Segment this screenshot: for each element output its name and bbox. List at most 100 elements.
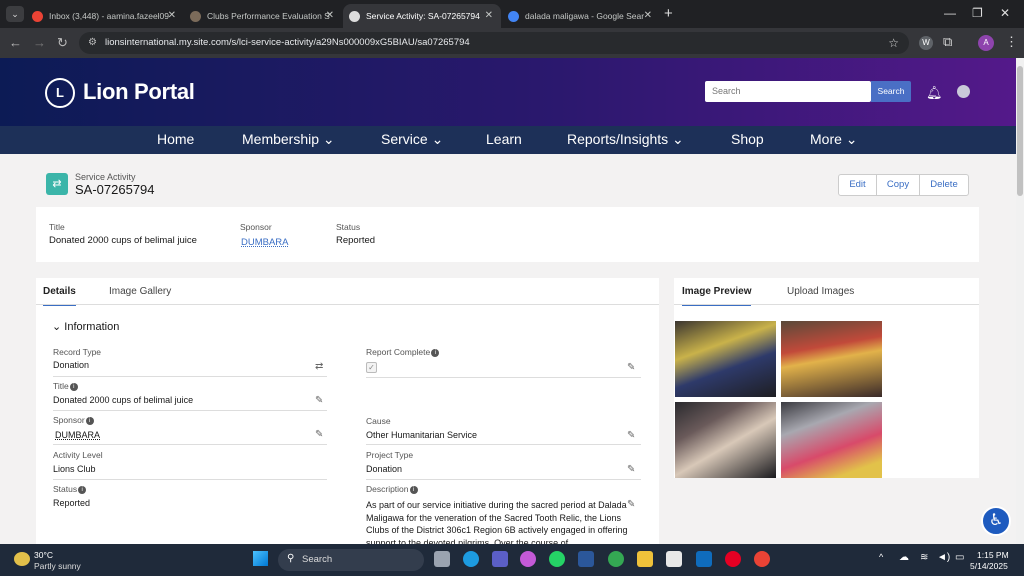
gallery-image[interactable] bbox=[781, 321, 882, 397]
accessibility-icon[interactable]: ♿︎ bbox=[981, 506, 1011, 536]
close-tab-icon[interactable]: ✕ bbox=[326, 10, 334, 21]
taskbar-search[interactable]: Search bbox=[278, 549, 424, 571]
nav-membership[interactable]: Membership ⌄ bbox=[242, 131, 335, 148]
windows-start-icon[interactable] bbox=[253, 551, 268, 566]
edit-pencil-icon[interactable]: ✎ bbox=[627, 430, 635, 441]
site-info-icon[interactable]: ⚙ bbox=[88, 32, 97, 54]
back-icon[interactable]: ← bbox=[9, 35, 22, 50]
close-tab-icon[interactable]: ✕ bbox=[644, 10, 652, 21]
chevron-up-icon[interactable]: ^ bbox=[879, 552, 883, 562]
pinterest-icon[interactable] bbox=[725, 551, 741, 567]
close-tab-icon[interactable]: ✕ bbox=[168, 10, 176, 21]
main-nav: Home Membership ⌄ Service ⌄ Learn Report… bbox=[0, 126, 1016, 154]
battery-icon[interactable]: ▭ bbox=[955, 552, 964, 563]
record-name: SA-07265794 bbox=[75, 182, 155, 197]
edge-icon[interactable] bbox=[463, 551, 479, 567]
bookmark-star-icon[interactable]: ☆ bbox=[888, 32, 899, 54]
brand-name[interactable]: Lion Portal bbox=[83, 79, 195, 105]
extensions-puzzle-icon[interactable]: ⧉ bbox=[943, 34, 952, 50]
word-icon[interactable] bbox=[578, 551, 594, 567]
volume-icon[interactable]: ◄) bbox=[937, 552, 950, 563]
nav-shop[interactable]: Shop bbox=[731, 131, 764, 147]
teams-icon[interactable] bbox=[492, 551, 508, 567]
image-preview-card: Image Preview Upload Images bbox=[674, 278, 979, 478]
nav-more[interactable]: More ⌄ bbox=[810, 131, 858, 148]
file-explorer-icon[interactable] bbox=[637, 551, 653, 567]
highlight-title-value: Donated 2000 cups of belimal juice bbox=[49, 235, 197, 246]
gallery-image[interactable] bbox=[675, 321, 776, 397]
lions-logo-icon[interactable]: L bbox=[45, 78, 75, 108]
address-bar[interactable]: ⚙ lionsinternational.my.site.com/s/lci-s… bbox=[79, 32, 909, 54]
new-tab-icon[interactable]: + bbox=[664, 5, 673, 22]
search-button[interactable]: Search bbox=[871, 81, 911, 102]
cause-label: Cause bbox=[366, 416, 391, 426]
browser-tab-service-activity[interactable]: Service Activity: SA-07265794 ✕ bbox=[343, 4, 501, 28]
outlook-icon[interactable] bbox=[696, 551, 712, 567]
chrome-profile-icon[interactable] bbox=[754, 551, 770, 567]
restore-icon[interactable]: ❐ bbox=[972, 6, 983, 20]
close-tab-icon[interactable]: ✕ bbox=[485, 10, 493, 21]
weather-condition[interactable]: Partly sunny bbox=[34, 561, 81, 571]
record-type-label: Record Type bbox=[53, 347, 102, 357]
nav-service[interactable]: Service ⌄ bbox=[381, 131, 443, 148]
edit-pencil-icon[interactable]: ✎ bbox=[627, 464, 635, 475]
edit-pencil-icon[interactable]: ✎ bbox=[627, 499, 635, 510]
field-divider bbox=[53, 479, 327, 480]
section-information[interactable]: ⌄ Information bbox=[52, 320, 119, 333]
browser-tab-clubs[interactable]: Clubs Performance Evaluation S ✕ bbox=[184, 4, 342, 28]
nav-reports-insights[interactable]: Reports/Insights ⌄ bbox=[567, 131, 684, 148]
clock-time[interactable]: 1:15 PM bbox=[977, 550, 1009, 560]
bell-icon[interactable]: 🔔︎ bbox=[926, 85, 943, 101]
highlights-panel: Title Donated 2000 cups of belimal juice… bbox=[36, 207, 979, 262]
edit-pencil-icon[interactable]: ✎ bbox=[315, 429, 323, 440]
nav-home[interactable]: Home bbox=[157, 131, 194, 147]
edit-pencil-icon[interactable]: ✎ bbox=[627, 362, 635, 373]
extension-w-icon[interactable]: W bbox=[919, 36, 933, 50]
field-divider bbox=[366, 377, 641, 378]
cloud-icon[interactable]: ☁ bbox=[899, 552, 909, 563]
edit-button[interactable]: Edit bbox=[839, 175, 876, 195]
task-view-icon[interactable] bbox=[434, 551, 450, 567]
copy-button[interactable]: Copy bbox=[876, 175, 919, 195]
tab-image-gallery[interactable]: Image Gallery bbox=[109, 286, 171, 297]
profile-avatar[interactable]: A bbox=[978, 35, 994, 51]
change-record-type-icon[interactable]: ⇄ bbox=[315, 361, 323, 372]
browser-tab-gmail[interactable]: Inbox (3,448) - aamina.fazeel09 ✕ bbox=[26, 4, 184, 28]
report-complete-checkbox[interactable]: ✓ bbox=[366, 362, 377, 373]
highlight-status-label: Status bbox=[336, 222, 361, 232]
weather-sun-icon[interactable] bbox=[14, 552, 30, 566]
user-avatar[interactable] bbox=[957, 85, 970, 98]
service-activity-icon: ⇄ bbox=[46, 173, 68, 195]
sponsor-link[interactable]: DUMBARA bbox=[55, 430, 100, 440]
tab-search-button[interactable]: ⌄ bbox=[6, 6, 24, 22]
tab-divider bbox=[674, 304, 979, 305]
store-icon[interactable] bbox=[666, 551, 682, 567]
reload-icon[interactable]: ↻ bbox=[57, 35, 68, 51]
tab-image-preview[interactable]: Image Preview bbox=[682, 286, 752, 306]
forward-icon[interactable]: → bbox=[33, 35, 46, 50]
whatsapp-icon[interactable] bbox=[549, 551, 565, 567]
highlight-sponsor-link[interactable]: DUMBARA bbox=[241, 237, 289, 248]
close-window-icon[interactable]: ✕ bbox=[1000, 6, 1010, 20]
scrollbar-thumb[interactable] bbox=[1017, 66, 1023, 196]
tab-upload-images[interactable]: Upload Images bbox=[787, 286, 854, 297]
gallery-image[interactable] bbox=[781, 402, 882, 478]
gallery-image[interactable] bbox=[675, 402, 776, 478]
wifi-icon[interactable]: ≋ bbox=[920, 552, 928, 563]
browser-tab-google[interactable]: dalada maligawa - Google Sear ✕ bbox=[502, 4, 660, 28]
edit-pencil-icon[interactable]: ✎ bbox=[315, 395, 323, 406]
copilot-icon[interactable] bbox=[520, 551, 536, 567]
field-divider bbox=[53, 444, 327, 445]
nav-learn[interactable]: Learn bbox=[486, 131, 522, 147]
chrome-icon[interactable] bbox=[608, 551, 624, 567]
weather-temperature[interactable]: 30°C bbox=[34, 550, 53, 560]
tab-details[interactable]: Details bbox=[43, 286, 76, 306]
field-divider bbox=[366, 479, 641, 480]
field-divider bbox=[53, 410, 327, 411]
delete-button[interactable]: Delete bbox=[919, 175, 968, 195]
activity-level-value: Lions Club bbox=[53, 464, 96, 474]
search-input[interactable]: Search bbox=[705, 81, 871, 102]
clock-date[interactable]: 5/14/2025 bbox=[970, 561, 1008, 571]
minimize-icon[interactable]: — bbox=[944, 6, 956, 20]
browser-menu-icon[interactable]: ⋮ bbox=[1005, 34, 1018, 50]
